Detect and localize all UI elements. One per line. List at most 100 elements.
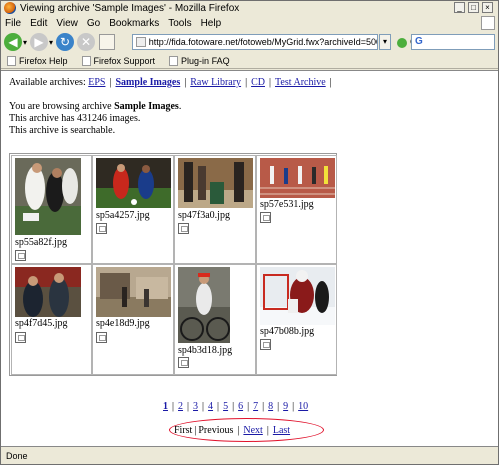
bookmark-label: Firefox Help	[19, 55, 68, 66]
window-title: Viewing archive 'Sample Images' - Mozill…	[20, 2, 240, 14]
thumbnail-image-hockey[interactable]	[260, 267, 335, 325]
bookmark-label: Firefox Support	[93, 55, 156, 66]
page-link-9[interactable]: 9	[283, 401, 288, 412]
address-bar[interactable]: http://fida.fotoware.net/fotoweb/MyGrid.…	[132, 34, 378, 50]
bookmarks-toolbar: Firefox Help Firefox Support Plug-in FAQ	[1, 53, 498, 69]
thumbnail-image-street-scene[interactable]	[96, 267, 171, 317]
separator: |	[194, 425, 197, 436]
separator: |	[292, 401, 295, 412]
separator: |	[187, 401, 190, 412]
thumbnail-image-police[interactable]	[15, 267, 81, 317]
address-dropdown-button[interactable]: ▾	[379, 34, 391, 50]
menu-help[interactable]: Help	[201, 18, 222, 29]
firefox-logo-icon	[4, 2, 16, 14]
url-text[interactable]: http://fida.fotoware.net/fotoweb/MyGrid.…	[149, 37, 377, 47]
menu-edit[interactable]: Edit	[30, 18, 47, 29]
archive-name: Sample Images	[114, 101, 179, 112]
thumbnail-cell: sp47f3a0.jpg	[174, 155, 256, 264]
thumbnail-image-street[interactable]	[178, 158, 253, 208]
separator: |	[329, 77, 332, 88]
separator: |	[266, 425, 269, 436]
home-button[interactable]	[99, 34, 116, 50]
page-link-7[interactable]: 7	[253, 401, 258, 412]
page-link-5[interactable]: 5	[223, 401, 228, 412]
page-link-8[interactable]: 8	[268, 401, 273, 412]
search-input[interactable]: G	[411, 34, 495, 50]
page-link-10[interactable]: 10	[298, 401, 308, 412]
menu-view[interactable]: View	[56, 18, 78, 29]
next-link[interactable]: Next	[243, 425, 262, 436]
thumbnail-filename: sp47f3a0.jpg	[178, 210, 230, 221]
archive-link-raw-library[interactable]: Raw Library	[190, 77, 241, 88]
archive-link-cd[interactable]: CD	[251, 77, 265, 88]
stop-button[interactable]: ✕	[77, 33, 96, 51]
separator: |	[237, 425, 240, 436]
separator: |	[262, 401, 265, 412]
searchable-text: This archive is searchable.	[9, 125, 116, 136]
select-image-button[interactable]	[260, 212, 271, 223]
thumbnail-image-sprint[interactable]	[260, 158, 335, 198]
separator: |	[277, 401, 280, 412]
forward-dropdown-icon[interactable]: ▾	[49, 38, 53, 47]
archives-label: Available archives:	[9, 77, 86, 88]
bookmark-plugin-faq[interactable]: Plug-in FAQ	[169, 55, 230, 66]
thumbnail-filename: sp57e531.jpg	[260, 199, 314, 210]
thumbnail-cell: sp4f7d45.jpg	[11, 264, 92, 375]
select-image-button[interactable]	[15, 250, 26, 261]
separator: |	[217, 401, 220, 412]
go-arrow-icon	[397, 37, 407, 48]
title-bar: Viewing archive 'Sample Images' - Mozill…	[1, 1, 498, 15]
thumbnail-filename: sp55a82f.jpg	[15, 237, 67, 248]
thumbnail-filename: sp4b3d18.jpg	[178, 345, 233, 356]
thumbnail-cell: sp55a82f.jpg	[11, 155, 92, 264]
browsing-line: You are browsing archive Sample Images.	[9, 101, 182, 112]
minimize-button[interactable]: _	[454, 2, 465, 13]
thumbnail-cell: sp47b08b.jpg	[256, 264, 337, 375]
page-number-list: 1 | 2 | 3 | 4 | 5 | 6 | 7 | 8 | 9 | 10	[163, 401, 308, 412]
bookmark-firefox-support[interactable]: Firefox Support	[81, 55, 156, 66]
page-content: Available archives: EPS | Sample Images | Ra…	[1, 70, 498, 447]
bookmark-firefox-help[interactable]: Firefox Help	[7, 55, 68, 66]
separator: |	[245, 77, 248, 88]
back-button[interactable]: ◀	[4, 33, 22, 51]
archive-link-sample-images[interactable]: Sample Images	[115, 77, 180, 88]
page-link-1[interactable]: 1	[163, 401, 168, 412]
reload-button[interactable]: ↻	[56, 33, 75, 51]
archive-link-test-archive[interactable]: Test Archive	[275, 77, 326, 88]
page-link-3[interactable]: 3	[193, 401, 198, 412]
select-image-button[interactable]	[260, 339, 271, 350]
thumbnail-image-football[interactable]	[96, 158, 171, 208]
bookmark-page-icon	[7, 55, 16, 66]
thumbnail-image-rugby[interactable]	[15, 158, 81, 235]
separator: |	[202, 401, 205, 412]
menu-bookmarks[interactable]: Bookmarks	[109, 18, 159, 29]
image-count-text: This archive has 431246 images.	[9, 113, 141, 124]
page-link-6[interactable]: 6	[238, 401, 243, 412]
pager-navigation: First | Previous | Next | Last	[174, 425, 290, 436]
page-favicon-icon	[136, 37, 146, 47]
throbber-icon	[481, 16, 495, 30]
select-image-button[interactable]	[178, 357, 189, 368]
status-bar: Done	[1, 448, 498, 464]
select-image-button[interactable]	[96, 223, 107, 234]
forward-button[interactable]: ▶	[30, 33, 49, 51]
maximize-button[interactable]: □	[468, 2, 479, 13]
select-image-button[interactable]	[96, 332, 107, 343]
select-image-button[interactable]	[15, 332, 26, 343]
last-link[interactable]: Last	[273, 425, 290, 436]
menu-tools[interactable]: Tools	[168, 18, 191, 29]
page-link-4[interactable]: 4	[208, 401, 213, 412]
separator: |	[172, 401, 175, 412]
thumbnail-image-cyclist[interactable]	[178, 267, 230, 343]
back-dropdown-icon[interactable]: ▾	[23, 38, 27, 47]
separator: |	[268, 77, 271, 88]
browser-window: Viewing archive 'Sample Images' - Mozill…	[0, 0, 499, 465]
select-image-button[interactable]	[178, 223, 189, 234]
menu-go[interactable]: Go	[87, 18, 100, 29]
status-text: Done	[6, 451, 28, 461]
menu-file[interactable]: File	[5, 18, 21, 29]
close-button[interactable]: ×	[482, 2, 493, 13]
page-link-2[interactable]: 2	[178, 401, 183, 412]
thumbnail-cell: sp5a4257.jpg	[92, 155, 174, 264]
archive-link-eps[interactable]: EPS	[88, 77, 105, 88]
